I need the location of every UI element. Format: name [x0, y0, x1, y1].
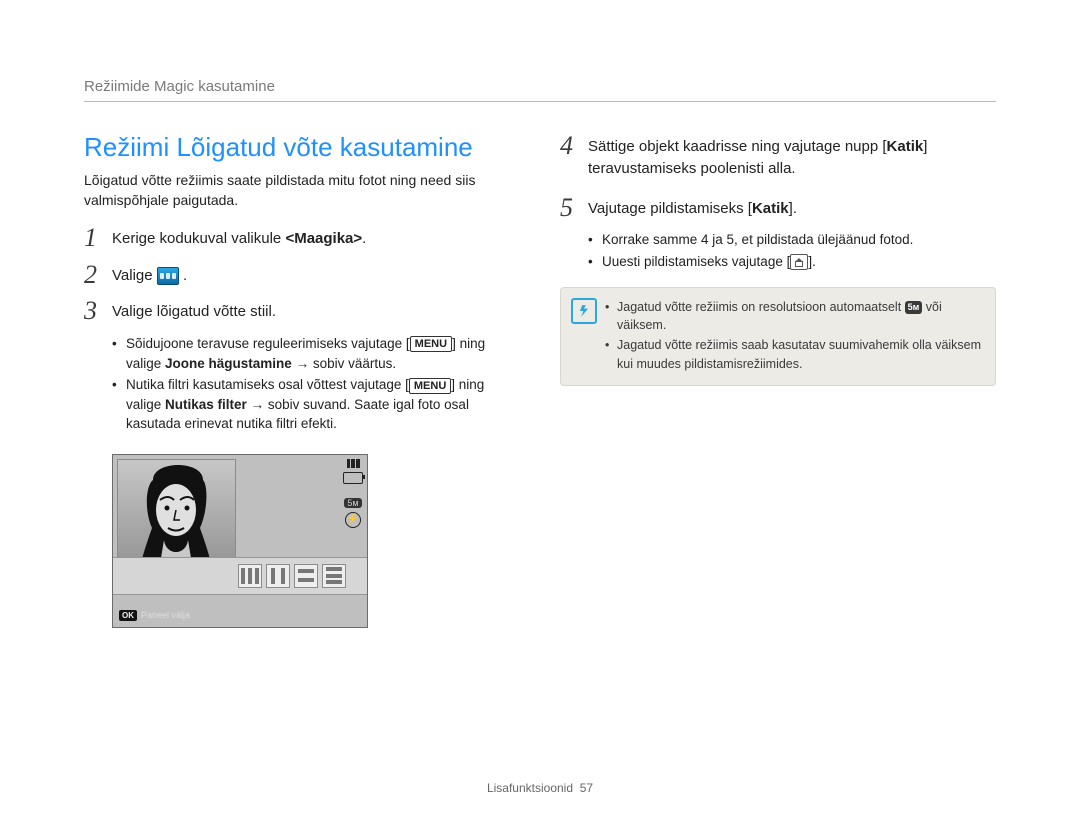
layout-template-strip — [113, 557, 367, 595]
camera-ok-hint: OK Paneel välja — [119, 610, 190, 621]
ok-chip: OK — [119, 610, 137, 621]
step-4: 4 Sättige objekt kaadrisse ning vajutage… — [560, 132, 996, 180]
step-number: 2 — [84, 261, 112, 290]
t: ]. — [789, 200, 797, 217]
page-footer: Lisafunktsioonid 57 — [0, 781, 1080, 795]
two-column-layout: Režiimi Lõigatud võte kasutamine Lõigatu… — [84, 132, 996, 628]
t: ]. — [808, 254, 816, 269]
info-icon — [571, 298, 597, 324]
step-text: Kerige kodukuval valikule <Maagika>. — [112, 224, 366, 250]
step2-c: . — [183, 267, 187, 284]
step3-bullet-1: Sõidujoone teravuse reguleerimiseks vaju… — [112, 334, 520, 373]
menu-chip: MENU — [409, 378, 451, 394]
step-number: 3 — [84, 297, 112, 326]
note-list: Jagatud võtte režiimis on resolutsioon a… — [605, 298, 983, 373]
t: Sättige objekt kaadrisse ning vajutage n… — [588, 138, 887, 155]
layout-option-2row — [294, 564, 318, 588]
footer-section: Lisafunktsioonid — [487, 781, 573, 795]
step-text: Valige . — [112, 261, 187, 287]
step-number: 5 — [560, 194, 588, 223]
t: Uuesti pildistamiseks vajutage [ — [602, 254, 790, 269]
t: Nutika filtri kasutamiseks osal võttest … — [126, 377, 409, 392]
step1-a: Kerige kodukuval valikule — [112, 230, 285, 247]
step1-b: <Maagika> — [285, 230, 362, 247]
step-number: 1 — [84, 224, 112, 253]
step-1: 1 Kerige kodukuval valikule <Maagika>. — [84, 224, 520, 253]
t: Vajutage pildistamiseks [ — [588, 200, 752, 217]
t: Nutikas filter — [165, 397, 247, 412]
step-2: 2 Valige . — [84, 261, 520, 290]
battery-icon — [343, 472, 363, 484]
footer-page-number: 57 — [580, 781, 593, 795]
home-icon — [790, 254, 808, 270]
signal-icon — [346, 459, 360, 468]
t: Jagatud võtte režiimis on resolutsioon a… — [617, 300, 905, 314]
t: Katik — [887, 138, 924, 155]
layout-option-2col — [266, 564, 290, 588]
resolution-badge: 5м — [344, 498, 361, 508]
t: → sobiv väärtus. — [292, 356, 396, 371]
resolution-chip: 5м — [905, 301, 923, 314]
layout-option-3col — [238, 564, 262, 588]
left-column: Režiimi Lõigatud võte kasutamine Lõigatu… — [84, 132, 520, 628]
camera-screenshot: 5м ⚡ OK Paneel välja — [112, 454, 368, 628]
step-5-wrapper: 5 Vajutage pildistamiseks [Katik]. Korra… — [560, 194, 996, 272]
t: Katik — [752, 200, 789, 217]
note-item-2: Jagatud võtte režiimis saab kasutatav su… — [605, 336, 983, 372]
intro-text: Lõigatud võtte režiimis saate pildistada… — [84, 171, 520, 210]
note-item-1: Jagatud võtte režiimis on resolutsioon a… — [605, 298, 983, 334]
menu-chip: MENU — [410, 336, 452, 352]
split-shot-icon — [157, 267, 179, 285]
step-text: Vajutage pildistamiseks [Katik]. — [588, 194, 797, 220]
section-title: Režiimi Lõigatud võte kasutamine — [84, 132, 520, 163]
step5-bullet-1: Korrake samme 4 ja 5, et pildistada ülej… — [588, 230, 996, 250]
right-column: 4 Sättige objekt kaadrisse ning vajutage… — [560, 132, 996, 628]
manual-page: Režiimide Magic kasutamine Režiimi Lõiga… — [0, 0, 1080, 628]
step-number: 4 — [560, 132, 588, 161]
ok-label: Paneel välja — [141, 610, 190, 620]
step5-bullet-2: Uuesti pildistamiseks vajutage []. — [588, 252, 996, 272]
step1-c: . — [362, 230, 366, 247]
t: Sõidujoone teravuse reguleerimiseks vaju… — [126, 336, 410, 351]
flash-icon: ⚡ — [345, 512, 361, 528]
step-text: Valige lõigatud võtte stiil. — [112, 297, 276, 323]
step-5-bullets: Korrake samme 4 ja 5, et pildistada ülej… — [588, 230, 996, 271]
layout-option-3row — [322, 564, 346, 588]
step2-a: Valige — [112, 267, 157, 284]
step-3: 3 Valige lõigatud võtte stiil. — [84, 297, 520, 326]
camera-status-icons: 5м ⚡ — [343, 459, 363, 528]
step-3-bullets: Sõidujoone teravuse reguleerimiseks vaju… — [112, 334, 520, 434]
step-3-wrapper: 3 Valige lõigatud võtte stiil. Sõidujoon… — [84, 297, 520, 433]
t: Joone hägustamine — [165, 356, 292, 371]
info-note-box: Jagatud võtte režiimis on resolutsioon a… — [560, 287, 996, 386]
breadcrumb: Režiimide Magic kasutamine — [84, 78, 996, 102]
step3-bullet-2: Nutika filtri kasutamiseks osal võttest … — [112, 375, 520, 434]
step-5: 5 Vajutage pildistamiseks [Katik]. — [560, 194, 996, 223]
step-text: Sättige objekt kaadrisse ning vajutage n… — [588, 132, 996, 180]
